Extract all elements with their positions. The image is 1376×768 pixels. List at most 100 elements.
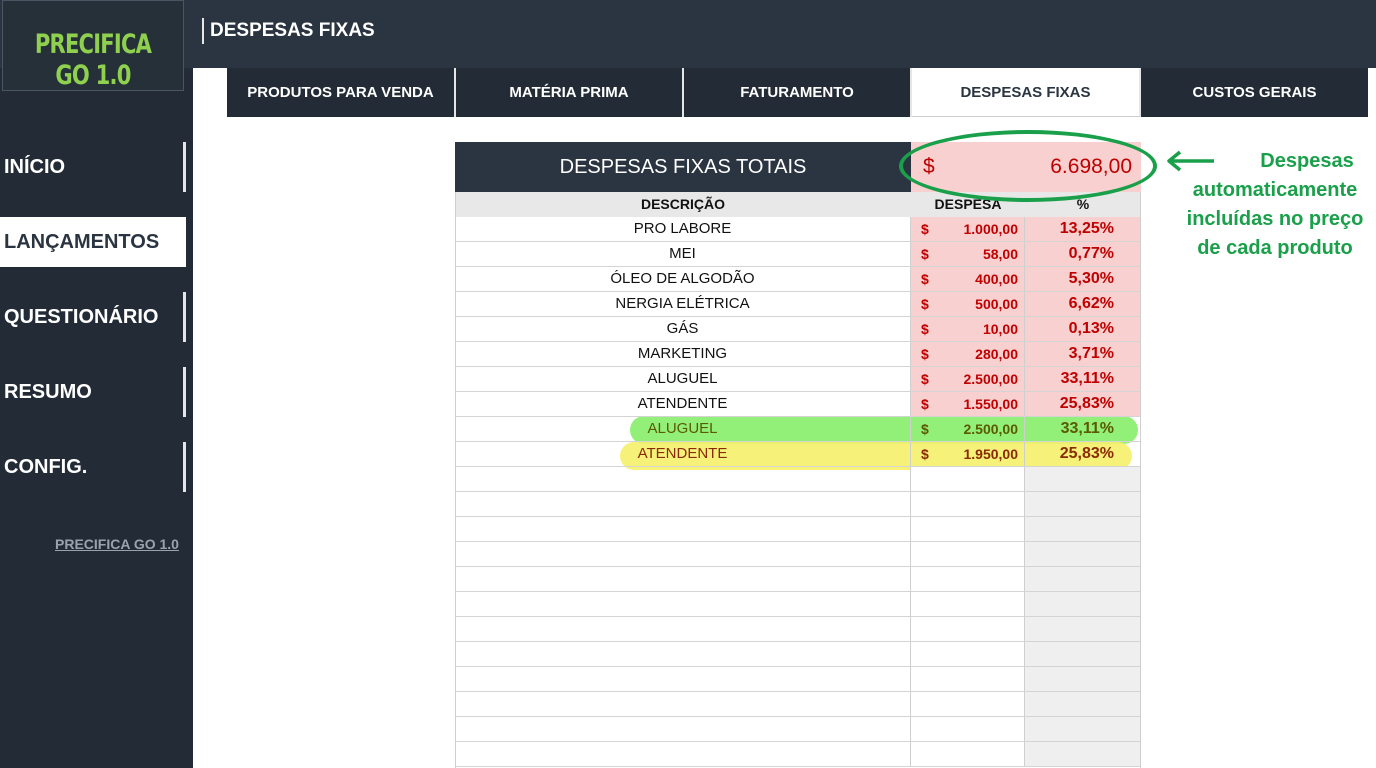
cell-expense[interactable]: $1.950,00 — [911, 442, 1025, 466]
sidebar-item-lancamentos[interactable]: LANÇAMENTOS — [0, 217, 186, 267]
sidebar-footer-link[interactable]: PRECIFICA GO 1.0 — [55, 536, 179, 552]
cell-expense[interactable]: $500,00 — [911, 292, 1025, 316]
table-row-empty[interactable] — [455, 642, 1141, 667]
cell-expense[interactable]: $2.500,00 — [911, 367, 1025, 391]
sidebar-item-config[interactable]: CONFIG. — [0, 442, 186, 492]
cell-expense[interactable] — [911, 492, 1025, 516]
table-row-empty[interactable] — [455, 667, 1141, 692]
cell-expense[interactable] — [911, 717, 1025, 741]
table-row[interactable]: ATENDENTE $1.950,00 25,83% — [455, 442, 1141, 467]
cell-percent — [1025, 642, 1141, 666]
cell-description[interactable] — [455, 742, 911, 766]
table-row-empty[interactable] — [455, 467, 1141, 492]
annotation-line-3: incluídas no preço — [1186, 208, 1364, 230]
cell-description[interactable] — [455, 567, 911, 591]
cell-expense[interactable] — [911, 742, 1025, 766]
table-row[interactable]: ALUGUEL $2.500,00 33,11% — [455, 417, 1141, 442]
cell-expense[interactable] — [911, 617, 1025, 641]
sidebar-item-inicio[interactable]: INÍCIO — [0, 142, 186, 192]
cell-percent — [1025, 567, 1141, 591]
cell-currency: $ — [921, 371, 929, 387]
total-circle-annotation — [899, 130, 1157, 202]
total-label: DESPESAS FIXAS TOTAIS — [455, 142, 911, 192]
tab-produtos-para-venda[interactable]: PRODUTOS PARA VENDA — [227, 68, 456, 117]
table-row-empty[interactable] — [455, 517, 1141, 542]
table-row[interactable]: ATENDENTE $1.550,00 25,83% — [455, 392, 1141, 417]
cell-description[interactable]: PRO LABORE — [455, 217, 911, 241]
cell-expense[interactable] — [911, 592, 1025, 616]
cell-description[interactable]: NERGIA ELÉTRICA — [455, 292, 911, 316]
cell-expense[interactable] — [911, 642, 1025, 666]
cell-description[interactable] — [455, 542, 911, 566]
cell-description[interactable]: GÁS — [455, 317, 911, 341]
table-row-empty[interactable] — [455, 567, 1141, 592]
cell-percent — [1025, 467, 1141, 491]
cell-expense[interactable]: $2.500,00 — [911, 417, 1025, 441]
tab-materia-prima[interactable]: MATÉRIA PRIMA — [456, 68, 684, 117]
table-row[interactable]: ÓLEO DE ALGODÃO $400,00 5,30% — [455, 267, 1141, 292]
cell-description[interactable] — [455, 642, 911, 666]
cell-expense[interactable] — [911, 542, 1025, 566]
cell-expense[interactable]: $1.550,00 — [911, 392, 1025, 416]
cell-description[interactable] — [455, 692, 911, 716]
cell-percent: 25,83% — [1059, 445, 1114, 462]
cell-description[interactable] — [455, 592, 911, 616]
cell-description[interactable]: MEI — [455, 242, 911, 266]
header-description: DESCRIÇÃO — [640, 196, 725, 212]
cell-currency: $ — [921, 321, 929, 337]
table-row-empty[interactable] — [455, 592, 1141, 617]
table-row[interactable]: ALUGUEL $2.500,00 33,11% — [455, 367, 1141, 392]
cell-description[interactable]: MARKETING — [455, 342, 911, 366]
table-row-empty[interactable] — [455, 492, 1141, 517]
cell-description[interactable] — [455, 717, 911, 741]
cell-description[interactable] — [455, 667, 911, 691]
tab-bar: PRODUTOS PARA VENDA MATÉRIA PRIMA FATURA… — [227, 68, 1368, 117]
table-row[interactable]: NERGIA ELÉTRICA $500,00 6,62% — [455, 292, 1141, 317]
cell-description[interactable]: ALUGUEL — [455, 417, 911, 441]
table-row-empty[interactable] — [455, 692, 1141, 717]
cell-description[interactable]: ALUGUEL — [455, 367, 911, 391]
table-row[interactable]: GÁS $10,00 0,13% — [455, 317, 1141, 342]
cell-description[interactable]: ATENDENTE — [455, 392, 911, 416]
cell-description[interactable]: ATENDENTE — [455, 442, 911, 466]
sidebar-item-resumo[interactable]: RESUMO — [0, 367, 186, 417]
cell-currency: $ — [921, 271, 929, 287]
table-row-empty[interactable] — [455, 542, 1141, 567]
cell-expense[interactable]: $10,00 — [911, 317, 1025, 341]
annotation-note: Despesas automaticamente incluídas no pr… — [1170, 147, 1376, 263]
cell-percent — [1025, 617, 1141, 641]
tab-custos-gerais[interactable]: CUSTOS GERAIS — [1141, 68, 1368, 117]
page-title: DESPESAS FIXAS — [202, 18, 375, 44]
tab-despesas-fixas[interactable]: DESPESAS FIXAS — [912, 68, 1141, 117]
cell-percent: 33,11% — [1025, 367, 1141, 391]
cell-description[interactable]: ÓLEO DE ALGODÃO — [455, 267, 911, 291]
cell-expense[interactable] — [911, 517, 1025, 541]
cell-description[interactable] — [455, 467, 911, 491]
cell-amount: 1.550,00 — [963, 396, 1019, 412]
table-row[interactable]: PRO LABORE $1.000,00 13,25% — [455, 217, 1141, 242]
cell-expense[interactable] — [911, 567, 1025, 591]
cell-expense[interactable]: $1.000,00 — [911, 217, 1025, 241]
cell-percent: 33,11% — [1060, 420, 1114, 437]
cell-amount: 2.500,00 — [963, 421, 1019, 437]
cell-description[interactable] — [455, 617, 911, 641]
tab-faturamento[interactable]: FATURAMENTO — [684, 68, 912, 117]
table-row[interactable]: MARKETING $280,00 3,71% — [455, 342, 1141, 367]
table-row-empty[interactable] — [455, 617, 1141, 642]
sidebar-item-questionario[interactable]: QUESTIONÁRIO — [0, 292, 186, 342]
cell-expense[interactable] — [911, 467, 1025, 491]
app-logo[interactable]: PRECIFICA GO 1.0 — [2, 0, 184, 91]
cell-percent — [1025, 492, 1141, 516]
cell-expense[interactable]: $280,00 — [911, 342, 1025, 366]
cell-description[interactable] — [455, 517, 911, 541]
cell-expense[interactable]: $400,00 — [911, 267, 1025, 291]
table-row-empty[interactable] — [455, 717, 1141, 742]
cell-expense[interactable]: $58,00 — [911, 242, 1025, 266]
cell-percent — [1025, 717, 1141, 741]
cell-expense[interactable] — [911, 692, 1025, 716]
table-row-empty[interactable] — [455, 742, 1141, 767]
table-row[interactable]: MEI $58,00 0,77% — [455, 242, 1141, 267]
cell-description[interactable] — [455, 492, 911, 516]
cell-expense[interactable] — [911, 667, 1025, 691]
cell-amount: 58,00 — [982, 246, 1018, 262]
